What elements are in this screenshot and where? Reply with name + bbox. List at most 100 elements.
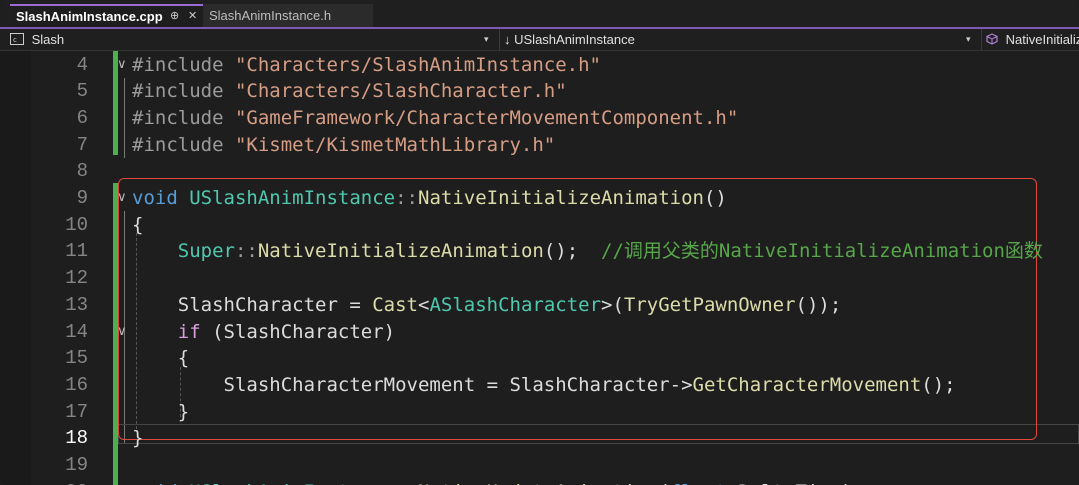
code-line[interactable]: 19	[0, 452, 1079, 479]
project-icon: c	[10, 30, 24, 51]
code-token: void	[132, 187, 190, 209]
scope-dropdown[interactable]: ↓ USlashAnimInstance ▾	[499, 29, 976, 50]
line-number: 12	[65, 267, 88, 290]
line-number: 17	[65, 400, 88, 423]
svg-text:c: c	[13, 36, 17, 44]
code-line[interactable]: 4 ∨ #include "Characters/SlashAnimInstance…	[0, 52, 1079, 79]
fold-toggle-icon[interactable]: ∨	[117, 479, 127, 485]
line-number: 18	[65, 427, 88, 450]
pin-icon[interactable]: ⊕	[170, 6, 179, 27]
code-text: }	[132, 425, 143, 452]
code-token: GetCharacterMovement	[692, 373, 922, 396]
line-number: 13	[65, 293, 88, 316]
code-line[interactable]: 18}	[0, 425, 1079, 452]
code-line[interactable]: 6 #include "GameFramework/CharacterMoveme…	[0, 105, 1079, 132]
line-number: 7	[76, 133, 88, 156]
code-token: #include	[132, 106, 235, 129]
tab-slashaniminstance-h[interactable]: SlashAnimInstance.h	[203, 4, 373, 27]
code-token: "Characters/SlashAnimInstance.h"	[234, 53, 601, 76]
code-line[interactable]: 10 {	[0, 212, 1079, 239]
code-token: ::	[234, 240, 258, 263]
line-number: 9	[76, 187, 88, 209]
fold-toggle-icon[interactable]: ∨	[117, 319, 127, 346]
code-line[interactable]: 20 ∨ void USlashAnimInstance::NativeUpdate…	[0, 479, 1079, 485]
code-token: #include	[132, 133, 235, 156]
code-text: SlashCharacter = Cast<ASlashCharacter>(T…	[132, 292, 842, 319]
code-token: Super	[177, 240, 235, 263]
tab-strip: SlashAnimInstance.cpp ⊕ ✕ SlashAnimInsta…	[0, 0, 1079, 29]
project-dropdown[interactable]: c Slash ▾	[10, 29, 493, 50]
code-text: void USlashAnimInstance::NativeUpdateAni…	[132, 479, 853, 485]
code-token: >(	[601, 293, 624, 316]
tab-label: SlashAnimInstance.cpp	[16, 9, 163, 24]
tab-slashaniminstance-cpp[interactable]: SlashAnimInstance.cpp ⊕ ✕	[10, 4, 203, 27]
code-token: SlashCharacterMovement = SlashCharacter-…	[132, 373, 693, 396]
code-token: if	[177, 320, 201, 343]
code-token: Cast	[372, 293, 418, 316]
code-token: ::	[395, 481, 418, 485]
scope-arrow-icon: ↓	[504, 32, 511, 47]
code-token: ();	[921, 373, 956, 396]
code-text: #include "GameFramework/CharacterMovemen…	[132, 105, 738, 132]
code-token: NativeUpdateAnimation	[418, 481, 658, 485]
code-token: ());	[795, 293, 842, 316]
code-line[interactable]: 8	[0, 158, 1079, 185]
code-token: USlashAnimInstance	[189, 187, 396, 209]
code-line[interactable]: 13 SlashCharacter = Cast<ASlashCharacter…	[0, 292, 1079, 319]
code-text: }	[132, 399, 189, 426]
line-number: 8	[76, 160, 88, 183]
code-token: ()	[703, 187, 727, 209]
code-token: ::	[395, 187, 418, 209]
line-number: 5	[76, 80, 88, 103]
member-label: NativeInitializeAnimation	[1005, 32, 1079, 47]
line-number: 15	[65, 347, 88, 370]
method-cube-icon	[986, 30, 998, 50]
code-text: if (SlashCharacter)	[132, 319, 395, 346]
code-token: (	[658, 481, 669, 485]
editor-window: SlashAnimInstance.cpp ⊕ ✕ SlashAnimInsta…	[0, 0, 1079, 485]
code-line[interactable]: 14 ∨ if (SlashCharacter)	[0, 319, 1079, 346]
code-text: #include "Characters/SlashAnimInstance.h…	[132, 52, 601, 79]
tab-label: SlashAnimInstance.h	[209, 8, 332, 23]
code-text: SlashCharacterMovement = SlashCharacter-…	[132, 372, 956, 399]
code-token: //调用父类的NativeInitializeAnimation函数	[601, 240, 1043, 263]
code-token: "GameFramework/CharacterMovementComponen…	[234, 106, 739, 129]
chevron-down-icon: ▾	[966, 34, 971, 44]
code-text: {	[132, 212, 143, 239]
fold-toggle-icon[interactable]: ∨	[117, 52, 127, 79]
code-line[interactable]: 5 #include "Characters/SlashCharacter.h"	[0, 78, 1079, 105]
code-line[interactable]: 11 Super::NativeInitializeAnimation(); /…	[0, 238, 1079, 265]
line-number: 19	[65, 454, 88, 476]
code-line[interactable]: 7 #include "Kismet/KismetMathLibrary.h"	[0, 132, 1079, 159]
code-token: NativeInitializeAnimation	[418, 187, 704, 209]
line-number: 14	[65, 320, 88, 343]
code-token: #include	[132, 53, 235, 76]
code-token: SlashCharacter =	[132, 293, 373, 316]
project-label: Slash	[31, 32, 65, 47]
code-text: {	[132, 345, 189, 372]
code-token: "Kismet/KismetMathLibrary.h"	[234, 133, 556, 156]
code-token: void	[132, 481, 189, 485]
code-line[interactable]: 9 ∨ void USlashAnimInstance::NativeInitial…	[0, 185, 1079, 212]
code-line[interactable]: 12	[0, 265, 1079, 292]
code-token: {	[132, 213, 144, 236]
close-icon[interactable]: ✕	[188, 6, 197, 27]
code-token: float	[670, 481, 739, 485]
line-number: 4	[76, 53, 88, 76]
line-number: 10	[65, 213, 88, 236]
line-number: 11	[65, 240, 88, 263]
line-number: 6	[76, 106, 88, 129]
navigation-bar: c Slash ▾ ↓ USlashAnimInstance ▾ NativeI…	[0, 29, 1079, 51]
code-text: #include "Kismet/KismetMathLibrary.h"	[132, 132, 555, 159]
member-dropdown[interactable]: NativeInitializeAnimation	[981, 29, 1079, 50]
code-token: USlashAnimInstance	[189, 481, 395, 485]
code-token: NativeInitializeAnimation	[257, 240, 544, 263]
code-line[interactable]: 16 SlashCharacterMovement = SlashCharact…	[0, 372, 1079, 399]
code-line[interactable]: 15 {	[0, 345, 1079, 372]
code-editor[interactable]: 4 ∨ #include "Characters/SlashAnimInstance…	[0, 51, 1079, 485]
fold-toggle-icon[interactable]: ∨	[117, 185, 127, 212]
code-token: DeltaTime)	[738, 481, 852, 485]
code-line[interactable]: 17 }	[0, 399, 1079, 426]
